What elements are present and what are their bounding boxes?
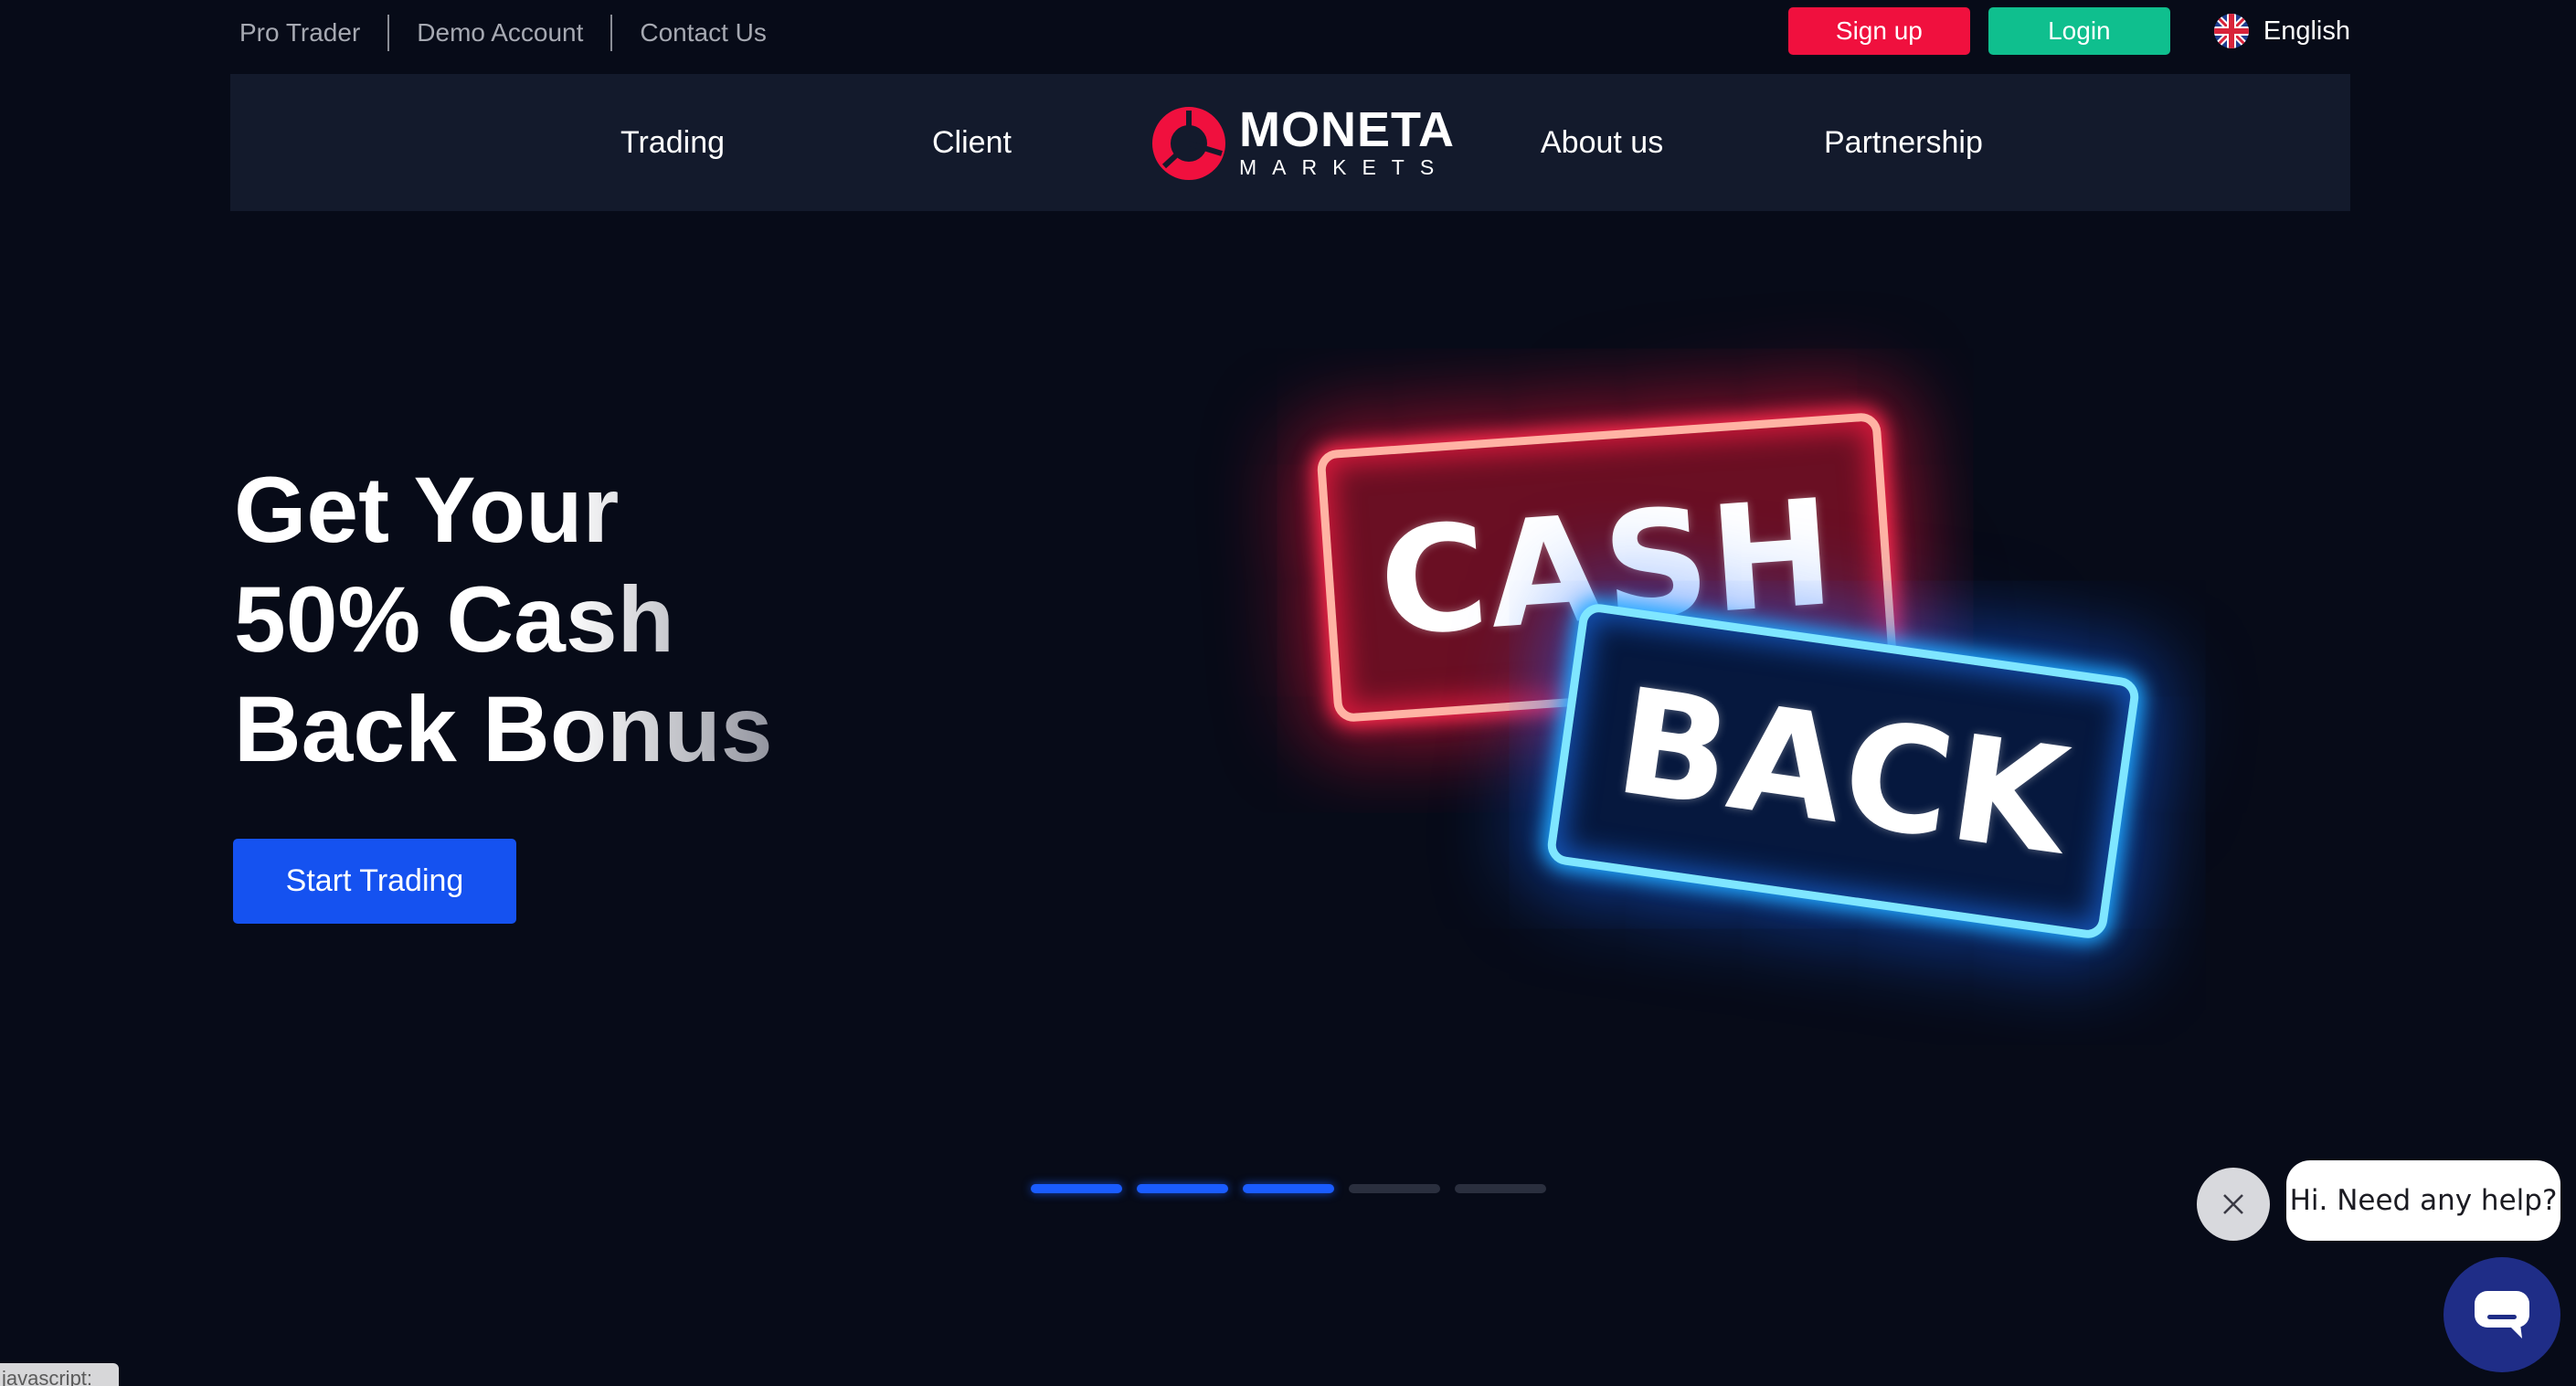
login-button[interactable]: Login [1988,7,2170,55]
nav-partnership[interactable]: Partnership [1824,74,1983,211]
browser-status-bar: javascript: [0,1363,119,1386]
carousel-dot-5[interactable] [1455,1184,1546,1193]
moneta-logo[interactable]: MONETA MARKETS [1151,105,1455,182]
nav-trading[interactable]: Trading [620,74,725,211]
carousel-indicators [1031,1184,1561,1193]
carousel-dot-3[interactable] [1243,1184,1334,1193]
carousel-dot-2[interactable] [1137,1184,1228,1193]
hero-title: Get Your 50% Cash Back Bonus [234,455,782,784]
help-message-bubble[interactable]: Hi. Need any help? [2286,1160,2560,1241]
chat-launcher-button[interactable] [2443,1257,2560,1372]
divider [610,15,613,51]
pro-trader-link[interactable]: Pro Trader [239,18,360,48]
top-utility-bar: Pro Trader Demo Account Contact Us Sign … [230,0,2350,66]
logo-title: MONETA [1239,102,1455,157]
demo-account-link[interactable]: Demo Account [417,18,583,48]
close-icon [2223,1194,2243,1214]
nav-client[interactable]: Client [932,74,1012,211]
chat-icon [2475,1291,2529,1338]
hero-title-line: 50% Cash [234,567,674,672]
close-help-button[interactable] [2197,1168,2270,1241]
uk-flag-icon [2213,14,2249,48]
language-selector[interactable]: English [2213,14,2350,48]
nav-about-us[interactable]: About us [1541,74,1663,211]
back-neon-sign: BACK [1544,601,2142,941]
carousel-dot-4[interactable] [1349,1184,1440,1193]
hero-title-line: Get Your [234,458,620,562]
account-actions: Sign up Login English [1787,7,2350,55]
back-sign-text: BACK [1606,654,2080,888]
divider [387,15,390,51]
carousel-dot-1[interactable] [1031,1184,1122,1193]
top-links: Pro Trader Demo Account Contact Us [239,15,767,51]
logo-subtitle: MARKETS [1239,155,1450,179]
start-trading-button[interactable]: Start Trading [233,839,516,924]
contact-us-link[interactable]: Contact Us [640,18,767,48]
page: Pro Trader Demo Account Contact Us Sign … [0,0,2576,1386]
sign-up-button[interactable]: Sign up [1787,7,1970,55]
moneta-ring-icon [1152,107,1225,180]
cashback-neon-illustration: CASH BACK [1151,347,2230,1023]
language-label: English [2263,16,2350,46]
logo-text: MONETA MARKETS [1239,102,1455,180]
main-navigation: Trading Client MONETA MARKETS About us P… [230,74,2350,211]
hero-title-line: Back Bonus [234,677,773,781]
